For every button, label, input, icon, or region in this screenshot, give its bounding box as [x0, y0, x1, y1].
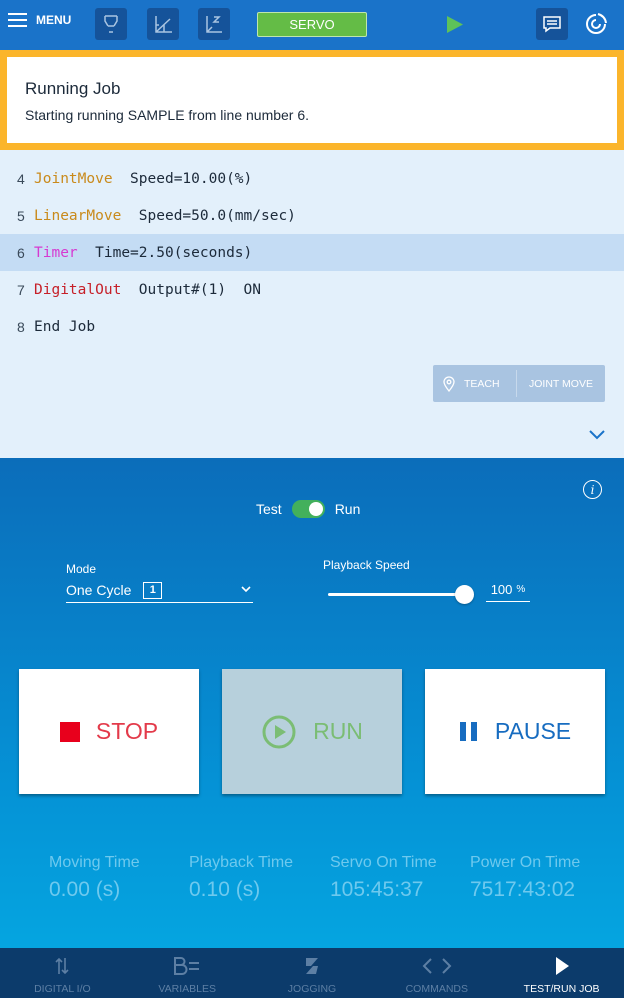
job-code-view[interactable]: 4 JointMove Speed=10.00(%) 5 LinearMove Sp…	[0, 150, 624, 458]
expand-button[interactable]	[588, 427, 606, 445]
info-icon[interactable]: i	[583, 480, 602, 499]
run-label: RUN	[313, 718, 363, 744]
location-pin-icon	[443, 375, 455, 392]
message-icon	[543, 16, 561, 33]
user-frame-button[interactable]	[147, 8, 179, 40]
line-number: 5	[17, 207, 25, 224]
code-args: Speed=10.00(%)	[130, 170, 253, 187]
test-run-icon	[555, 957, 569, 975]
code-keyword: JointMove	[34, 170, 113, 187]
commands-icon	[422, 958, 452, 974]
stat-moving-time: Moving Time 0.00 (s)	[49, 854, 140, 901]
variables-icon	[174, 957, 200, 975]
nav-jogging[interactable]: JOGGING	[250, 948, 375, 998]
line-number: 6	[17, 244, 25, 261]
playback-speed-label: Playback Speed	[323, 558, 410, 572]
line-number: 8	[17, 318, 25, 335]
message-button[interactable]	[536, 8, 568, 40]
logo	[584, 12, 608, 41]
menu-label: MENU	[36, 12, 72, 27]
teach-button-group: TEACH JOINT MOVE	[433, 365, 605, 402]
line-number: 7	[17, 281, 25, 298]
one-cycle-icon: 1	[143, 581, 163, 599]
joint-frame-icon	[206, 16, 222, 33]
mode-value: One Cycle	[66, 582, 132, 598]
notification-body: Running Job Starting running SAMPLE from…	[7, 57, 617, 143]
code-args: Time=2.50(seconds)	[95, 244, 253, 261]
pause-button[interactable]: PAUSE	[425, 669, 605, 794]
user-frame-icon	[155, 16, 172, 33]
code-keyword: DigitalOut	[34, 281, 122, 298]
bottom-nav: DIGITAL I/O VARIABLES JOGGING COMMANDS T…	[0, 948, 624, 998]
code-args: Output#(1) ON	[138, 281, 261, 298]
test-run-toggle[interactable]	[291, 500, 325, 518]
nav-digital-io[interactable]: DIGITAL I/O	[0, 948, 125, 998]
notification-message: Starting running SAMPLE from line number…	[25, 107, 310, 123]
nav-test-run-job[interactable]: TEST/RUN JOB	[499, 948, 624, 998]
chevron-down-icon	[589, 430, 605, 440]
code-line[interactable]: 7 DigitalOut Output#(1) ON	[0, 271, 624, 308]
stat-playback-time: Playback Time 0.10 (s)	[189, 854, 294, 901]
play-icon	[447, 16, 463, 33]
code-line[interactable]: 5 LinearMove Speed=50.0(mm/sec)	[0, 197, 624, 234]
notification-banner: Running Job Starting running SAMPLE from…	[0, 50, 624, 150]
toggle-left-label: Test	[256, 501, 282, 517]
code-line[interactable]: 4 JointMove Speed=10.00(%)	[0, 160, 624, 197]
top-bar: MENU SERVO	[0, 0, 624, 50]
notification-title: Running Job	[25, 79, 121, 98]
joint-frame-button[interactable]	[198, 8, 230, 40]
tool-frame-icon	[104, 15, 118, 33]
pause-icon	[459, 722, 477, 741]
line-number: 4	[17, 170, 25, 187]
stop-button[interactable]: STOP	[19, 669, 199, 794]
nav-variables[interactable]: VARIABLES	[125, 948, 250, 998]
play-button[interactable]	[446, 15, 464, 39]
logo-icon	[586, 13, 607, 34]
code-keyword: LinearMove	[34, 207, 122, 224]
code-line-active[interactable]: 6 Timer Time=2.50(seconds)	[0, 234, 624, 271]
stat-power-on-time: Power On Time 7517:43:02	[470, 854, 581, 901]
digital-io-icon	[55, 957, 69, 975]
playback-speed-slider[interactable]	[328, 593, 464, 596]
mode-select[interactable]: One Cycle 1	[66, 578, 253, 603]
jogging-icon	[305, 958, 318, 974]
slider-thumb[interactable]	[455, 585, 474, 604]
menu-button[interactable]: MENU	[8, 12, 71, 27]
teach-label: TEACH	[464, 377, 500, 390]
toggle-right-label: Run	[334, 501, 361, 517]
run-button[interactable]: RUN	[222, 669, 402, 794]
tool-frame-button[interactable]	[95, 8, 127, 40]
nav-commands[interactable]: COMMANDS	[374, 948, 499, 998]
code-args: Speed=50.0(mm/sec)	[138, 207, 296, 224]
run-control-panel: i Test Run Mode One Cycle 1 Playback Spe…	[0, 458, 624, 948]
joint-move-button[interactable]: JOINT MOVE	[517, 365, 600, 402]
joint-move-label: JOINT MOVE	[529, 377, 593, 390]
code-keyword: Timer	[34, 244, 78, 261]
chevron-down-icon	[241, 586, 251, 593]
mode-label: Mode	[66, 562, 97, 576]
play-circle-icon	[262, 715, 296, 748]
toggle-knob	[308, 502, 323, 516]
code-line[interactable]: 8 End Job	[0, 308, 624, 345]
speed-unit: %	[516, 583, 526, 595]
stat-servo-on-time: Servo On Time 105:45:37	[330, 854, 437, 901]
servo-button[interactable]: SERVO	[257, 12, 367, 37]
pause-label: PAUSE	[494, 718, 572, 744]
code-args: End Job	[34, 318, 96, 335]
playback-speed-value[interactable]: 100 %	[486, 577, 530, 602]
stop-icon	[59, 721, 80, 742]
stop-label: STOP	[95, 718, 159, 744]
hamburger-icon	[8, 12, 27, 27]
test-run-toggle-row: Test Run	[256, 500, 360, 518]
teach-button[interactable]: TEACH	[433, 365, 516, 402]
